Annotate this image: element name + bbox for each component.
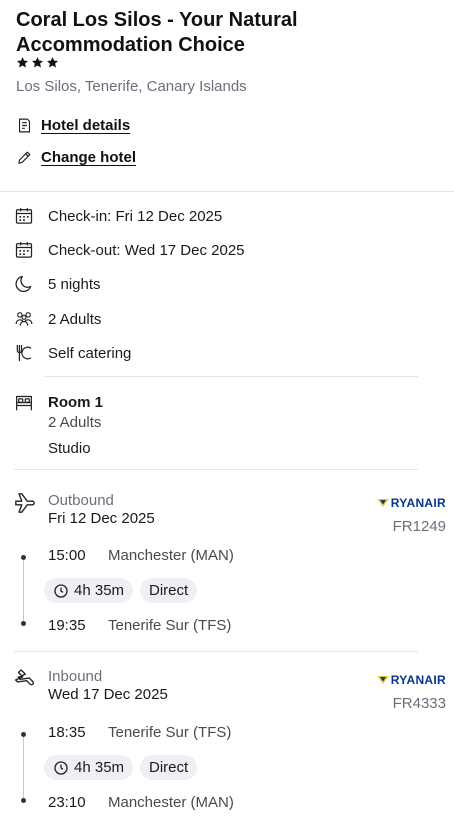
clock-icon — [54, 760, 68, 775]
inbound-flight-number: FR4333 — [392, 695, 446, 712]
outbound-depart-time: 15:00 — [48, 547, 86, 564]
hotel-location: Los Silos, Tenerife, Canary Islands — [16, 78, 247, 95]
inbound-date: Wed 17 Dec 2025 — [48, 686, 168, 703]
outbound-depart-airport: Manchester (MAN) — [108, 547, 234, 564]
inbound-arrive-time: 23:10 — [48, 794, 86, 811]
bed-icon — [16, 395, 32, 411]
timeline — [23, 556, 24, 624]
check-in-text: Check-in: Fri 12 Dec 2025 — [48, 207, 223, 225]
star-icon — [31, 57, 44, 68]
arrival-dot — [21, 798, 26, 803]
board-text: Self catering — [48, 344, 132, 362]
outbound-arrive-airport: Tenerife Sur (TFS) — [108, 617, 232, 634]
stops-text: Direct — [149, 582, 189, 599]
stops-text: Direct — [149, 759, 189, 776]
check-in-row: Check-in: Fri 12 Dec 2025 — [14, 206, 222, 226]
calendar-icon — [15, 242, 33, 258]
section-divider — [14, 469, 418, 470]
inbound-depart-airport: Tenerife Sur (TFS) — [108, 724, 232, 741]
star-icon — [46, 57, 59, 68]
hotel-details-link[interactable]: Hotel details — [16, 117, 130, 134]
section-divider — [0, 191, 454, 192]
section-divider — [14, 651, 418, 652]
plane-departure-icon — [15, 493, 35, 513]
departure-dot — [21, 555, 26, 560]
star-icon — [16, 57, 29, 68]
harp-icon — [376, 676, 389, 684]
room-title: Room 1 — [48, 394, 104, 411]
harp-icon — [376, 499, 389, 507]
hotel-details-label[interactable]: Hotel details — [41, 117, 130, 134]
section-divider — [44, 376, 418, 377]
nights-text: 5 nights — [48, 275, 101, 293]
stops-chip: Direct — [140, 578, 198, 603]
outbound-date: Fri 12 Dec 2025 — [48, 510, 155, 527]
timeline — [23, 733, 24, 801]
guests-row: 2 Adults — [14, 309, 101, 329]
change-hotel-label[interactable]: Change hotel — [41, 149, 136, 166]
check-out-row: Check-out: Wed 17 Dec 2025 — [14, 240, 245, 260]
moon-icon — [15, 275, 32, 293]
room-type: Studio — [48, 440, 91, 457]
duration-text: 4h 35m — [74, 759, 125, 776]
clock-icon — [54, 583, 68, 598]
guests-text: 2 Adults — [48, 310, 102, 328]
board-row: Self catering — [14, 343, 131, 363]
check-out-text: Check-out: Wed 17 Dec 2025 — [48, 241, 245, 259]
departure-dot — [21, 732, 26, 737]
nights-row: 5 nights — [14, 274, 101, 294]
arrival-dot — [21, 621, 26, 626]
duration-text: 4h 35m — [74, 582, 125, 599]
airline-name: RYANAIR — [390, 673, 446, 687]
people-icon — [15, 312, 33, 326]
hotel-name: Coral Los Silos - Your Natural Accommoda… — [16, 9, 298, 56]
outbound-flight-number: FR1249 — [392, 518, 446, 535]
cutlery-icon — [16, 344, 32, 362]
document-icon — [18, 118, 31, 133]
star-rating — [16, 56, 59, 69]
calendar-icon — [15, 208, 33, 224]
room-occupancy: 2 Adults — [48, 414, 102, 431]
change-hotel-link[interactable]: Change hotel — [16, 149, 136, 166]
stops-chip: Direct — [140, 755, 198, 780]
inbound-depart-time: 18:35 — [48, 724, 86, 741]
duration-chip: 4h 35m — [44, 578, 134, 603]
plane-arrival-icon — [14, 669, 34, 686]
airline-logo: RYANAIR — [376, 673, 446, 687]
duration-chip: 4h 35m — [44, 755, 134, 780]
inbound-label: Inbound — [48, 668, 103, 685]
pencil-icon — [18, 151, 31, 164]
outbound-label: Outbound — [48, 492, 114, 509]
airline-logo: RYANAIR — [376, 496, 446, 510]
inbound-arrive-airport: Manchester (MAN) — [108, 794, 234, 811]
outbound-arrive-time: 19:35 — [48, 617, 86, 634]
airline-name: RYANAIR — [390, 496, 446, 510]
